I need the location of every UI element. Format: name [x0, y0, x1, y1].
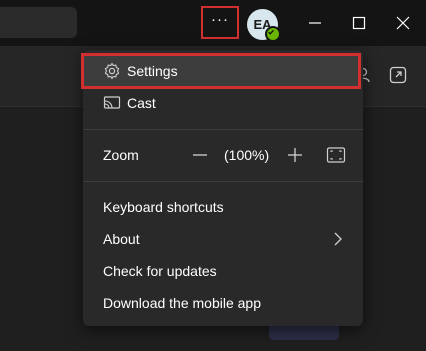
- chevron-right-icon: [334, 232, 342, 246]
- presence-available-icon: [265, 26, 281, 42]
- more-options-menu: Settings Cast Zoom (100%) Keyboard short…: [81, 50, 363, 326]
- zoom-out-icon[interactable]: [191, 146, 209, 164]
- menu-item-check-updates[interactable]: Check for updates: [83, 255, 363, 287]
- download-mobile-label: Download the mobile app: [103, 295, 261, 311]
- menu-item-cast[interactable]: Cast: [83, 86, 363, 120]
- more-options-button[interactable]: ···: [201, 6, 239, 39]
- close-button[interactable]: [381, 0, 425, 46]
- menu-item-download-mobile[interactable]: Download the mobile app: [83, 287, 363, 319]
- zoom-row: Zoom (100%): [83, 138, 363, 172]
- search-input[interactable]: [0, 7, 77, 38]
- menu-divider: [83, 181, 363, 182]
- cast-icon: [103, 96, 121, 109]
- maximize-icon: [352, 16, 366, 30]
- keyboard-shortcuts-label: Keyboard shortcuts: [103, 199, 224, 215]
- check-updates-label: Check for updates: [103, 263, 217, 279]
- zoom-in-icon[interactable]: [286, 146, 304, 164]
- menu-item-settings[interactable]: Settings: [83, 53, 363, 89]
- title-bar: ··· EA: [0, 0, 426, 46]
- zoom-value: (100%): [224, 147, 270, 163]
- about-label: About: [103, 231, 140, 247]
- more-options-icon: ···: [211, 11, 229, 28]
- menu-item-about[interactable]: About: [83, 223, 363, 255]
- zoom-label: Zoom: [103, 147, 139, 163]
- menu-item-keyboard-shortcuts[interactable]: Keyboard shortcuts: [83, 191, 363, 223]
- minimize-icon: [309, 22, 321, 24]
- maximize-button[interactable]: [337, 0, 381, 46]
- settings-label: Settings: [127, 63, 178, 79]
- minimize-button[interactable]: [293, 0, 337, 46]
- menu-divider: [83, 129, 363, 130]
- avatar[interactable]: EA: [247, 9, 281, 42]
- pop-out-icon[interactable]: [389, 66, 407, 84]
- gear-icon: [104, 62, 120, 80]
- fit-screen-icon[interactable]: [326, 146, 346, 164]
- close-icon: [396, 16, 410, 30]
- cast-label: Cast: [127, 95, 156, 111]
